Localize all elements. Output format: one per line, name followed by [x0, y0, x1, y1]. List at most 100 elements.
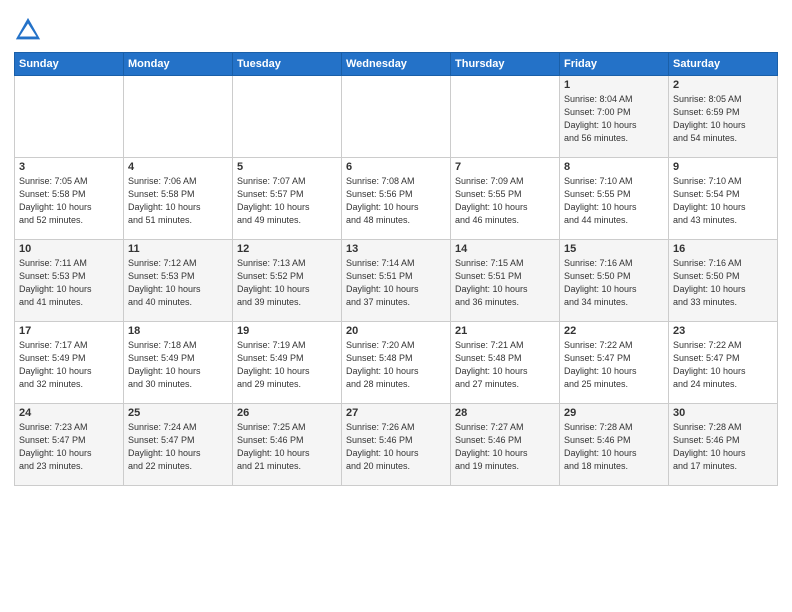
calendar-cell: 13Sunrise: 7:14 AM Sunset: 5:51 PM Dayli… — [342, 240, 451, 322]
day-info: Sunrise: 7:22 AM Sunset: 5:47 PM Dayligh… — [564, 339, 664, 391]
calendar-cell: 14 Sunrise: 7:15 AM Sunset: 5:51 PM Dayli… — [451, 240, 560, 322]
day-info: Sunrise: 8:04 AM Sunset: 7:00 PM Dayligh… — [564, 93, 664, 145]
day-info: Sunrise: 7:20 AM Sunset: 5:48 PM Dayligh… — [346, 339, 446, 391]
calendar-cell: 27 Sunrise: 7:26 AM Sunset: 5:46 PM Dayli… — [342, 404, 451, 486]
calendar-cell: 18 Sunrise: 7:18 AM Sunset: 5:49 PM Dayli… — [124, 322, 233, 404]
day-info: Sunrise: 7:12 AM Sunset: 5:53 PM Dayligh… — [128, 257, 228, 309]
day-number: 8 — [564, 161, 664, 173]
day-number: 9 — [673, 161, 773, 173]
day-info: Sunrise: 7:09 AM Sunset: 5:55 PM Dayligh… — [455, 175, 555, 227]
day-number: 14 — [455, 243, 555, 255]
calendar-cell: 10 Sunrise: 7:11 AM Sunset: 5:53 PM Dayli… — [15, 240, 124, 322]
day-info: Sunrise: 7:25 AM Sunset: 5:46 PM Dayligh… — [237, 421, 337, 473]
day-number: 3 — [19, 161, 119, 173]
day-info: Sunrise: 7:26 AM Sunset: 5:46 PM Dayligh… — [346, 421, 446, 473]
calendar-cell: 19Sunrise: 7:19 AM Sunset: 5:49 PM Dayli… — [233, 322, 342, 404]
main-container: SundayMondayTuesdayWednesdayThursdayFrid… — [0, 0, 792, 494]
calendar-cell: 24 Sunrise: 7:23 AM Sunset: 5:47 PM Dayli… — [15, 404, 124, 486]
day-number: 16 — [673, 243, 773, 255]
calendar-cell: 28 Sunrise: 7:27 AM Sunset: 5:46 PM Dayli… — [451, 404, 560, 486]
week-row-2: 3 Sunrise: 7:05 AM Sunset: 5:58 PM Daylig… — [15, 158, 778, 240]
calendar-cell: 17 Sunrise: 7:17 AM Sunset: 5:49 PM Dayli… — [15, 322, 124, 404]
day-number: 29 — [564, 407, 664, 419]
col-header-tuesday: Tuesday — [233, 53, 342, 76]
calendar-cell: 6Sunrise: 7:08 AM Sunset: 5:56 PM Daylig… — [342, 158, 451, 240]
day-info: Sunrise: 7:10 AM Sunset: 5:55 PM Dayligh… — [564, 175, 664, 227]
col-header-friday: Friday — [560, 53, 669, 76]
day-info: Sunrise: 7:16 AM Sunset: 5:50 PM Dayligh… — [564, 257, 664, 309]
day-info: Sunrise: 7:11 AM Sunset: 5:53 PM Dayligh… — [19, 257, 119, 309]
logo — [14, 16, 46, 44]
day-number: 18 — [128, 325, 228, 337]
day-number: 20 — [346, 325, 446, 337]
day-number: 12 — [237, 243, 337, 255]
day-info: Sunrise: 7:13 AM Sunset: 5:52 PM Dayligh… — [237, 257, 337, 309]
calendar-cell: 5 Sunrise: 7:07 AM Sunset: 5:57 PM Daylig… — [233, 158, 342, 240]
day-number: 11 — [128, 243, 228, 255]
day-number: 26 — [237, 407, 337, 419]
calendar-cell — [15, 76, 124, 158]
calendar-cell: 16 Sunrise: 7:16 AM Sunset: 5:50 PM Dayli… — [669, 240, 778, 322]
calendar-cell: 4 Sunrise: 7:06 AM Sunset: 5:58 PM Daylig… — [124, 158, 233, 240]
day-number: 2 — [673, 79, 773, 91]
day-number: 5 — [237, 161, 337, 173]
week-row-3: 10 Sunrise: 7:11 AM Sunset: 5:53 PM Dayli… — [15, 240, 778, 322]
calendar-cell: 9 Sunrise: 7:10 AM Sunset: 5:54 PM Daylig… — [669, 158, 778, 240]
day-info: Sunrise: 7:21 AM Sunset: 5:48 PM Dayligh… — [455, 339, 555, 391]
calendar-cell: 22 Sunrise: 7:22 AM Sunset: 5:47 PM Dayli… — [560, 322, 669, 404]
calendar-cell: 11 Sunrise: 7:12 AM Sunset: 5:53 PM Dayli… — [124, 240, 233, 322]
day-info: Sunrise: 7:06 AM Sunset: 5:58 PM Dayligh… — [128, 175, 228, 227]
day-info: Sunrise: 7:27 AM Sunset: 5:46 PM Dayligh… — [455, 421, 555, 473]
calendar-cell — [124, 76, 233, 158]
day-info: Sunrise: 7:10 AM Sunset: 5:54 PM Dayligh… — [673, 175, 773, 227]
day-info: Sunrise: 7:24 AM Sunset: 5:47 PM Dayligh… — [128, 421, 228, 473]
day-info: Sunrise: 7:07 AM Sunset: 5:57 PM Dayligh… — [237, 175, 337, 227]
day-info: Sunrise: 7:23 AM Sunset: 5:47 PM Dayligh… — [19, 421, 119, 473]
day-info: Sunrise: 7:17 AM Sunset: 5:49 PM Dayligh… — [19, 339, 119, 391]
day-number: 28 — [455, 407, 555, 419]
calendar-cell: 30 Sunrise: 7:28 AM Sunset: 5:46 PM Dayli… — [669, 404, 778, 486]
day-number: 23 — [673, 325, 773, 337]
day-number: 30 — [673, 407, 773, 419]
calendar-cell: 2Sunrise: 8:05 AM Sunset: 6:59 PM Daylig… — [669, 76, 778, 158]
header-row: SundayMondayTuesdayWednesdayThursdayFrid… — [15, 53, 778, 76]
calendar-cell: 1 Sunrise: 8:04 AM Sunset: 7:00 PM Daylig… — [560, 76, 669, 158]
day-number: 15 — [564, 243, 664, 255]
col-header-wednesday: Wednesday — [342, 53, 451, 76]
day-info: Sunrise: 7:28 AM Sunset: 5:46 PM Dayligh… — [564, 421, 664, 473]
day-number: 13 — [346, 243, 446, 255]
col-header-monday: Monday — [124, 53, 233, 76]
calendar-cell: 25 Sunrise: 7:24 AM Sunset: 5:47 PM Dayli… — [124, 404, 233, 486]
day-info: Sunrise: 7:16 AM Sunset: 5:50 PM Dayligh… — [673, 257, 773, 309]
day-number: 27 — [346, 407, 446, 419]
calendar-cell: 3 Sunrise: 7:05 AM Sunset: 5:58 PM Daylig… — [15, 158, 124, 240]
calendar-cell — [342, 76, 451, 158]
day-info: Sunrise: 7:22 AM Sunset: 5:47 PM Dayligh… — [673, 339, 773, 391]
day-info: Sunrise: 7:19 AM Sunset: 5:49 PM Dayligh… — [237, 339, 337, 391]
calendar-cell: 23 Sunrise: 7:22 AM Sunset: 5:47 PM Dayli… — [669, 322, 778, 404]
week-row-5: 24 Sunrise: 7:23 AM Sunset: 5:47 PM Dayli… — [15, 404, 778, 486]
calendar-cell — [233, 76, 342, 158]
day-number: 1 — [564, 79, 664, 91]
day-info: Sunrise: 7:15 AM Sunset: 5:51 PM Dayligh… — [455, 257, 555, 309]
day-number: 4 — [128, 161, 228, 173]
col-header-thursday: Thursday — [451, 53, 560, 76]
day-number: 24 — [19, 407, 119, 419]
calendar-cell: 26 Sunrise: 7:25 AM Sunset: 5:46 PM Dayli… — [233, 404, 342, 486]
calendar-cell: 21 Sunrise: 7:21 AM Sunset: 5:48 PM Dayli… — [451, 322, 560, 404]
day-info: Sunrise: 7:05 AM Sunset: 5:58 PM Dayligh… — [19, 175, 119, 227]
day-info: Sunrise: 7:18 AM Sunset: 5:49 PM Dayligh… — [128, 339, 228, 391]
day-number: 6 — [346, 161, 446, 173]
week-row-1: 1 Sunrise: 8:04 AM Sunset: 7:00 PM Daylig… — [15, 76, 778, 158]
day-info: Sunrise: 7:28 AM Sunset: 5:46 PM Dayligh… — [673, 421, 773, 473]
day-number: 7 — [455, 161, 555, 173]
calendar-cell — [451, 76, 560, 158]
calendar-cell: 7 Sunrise: 7:09 AM Sunset: 5:55 PM Daylig… — [451, 158, 560, 240]
day-number: 22 — [564, 325, 664, 337]
day-number: 10 — [19, 243, 119, 255]
calendar-cell: 20 Sunrise: 7:20 AM Sunset: 5:48 PM Dayli… — [342, 322, 451, 404]
day-number: 25 — [128, 407, 228, 419]
calendar-cell: 15 Sunrise: 7:16 AM Sunset: 5:50 PM Dayli… — [560, 240, 669, 322]
day-number: 21 — [455, 325, 555, 337]
day-number: 17 — [19, 325, 119, 337]
